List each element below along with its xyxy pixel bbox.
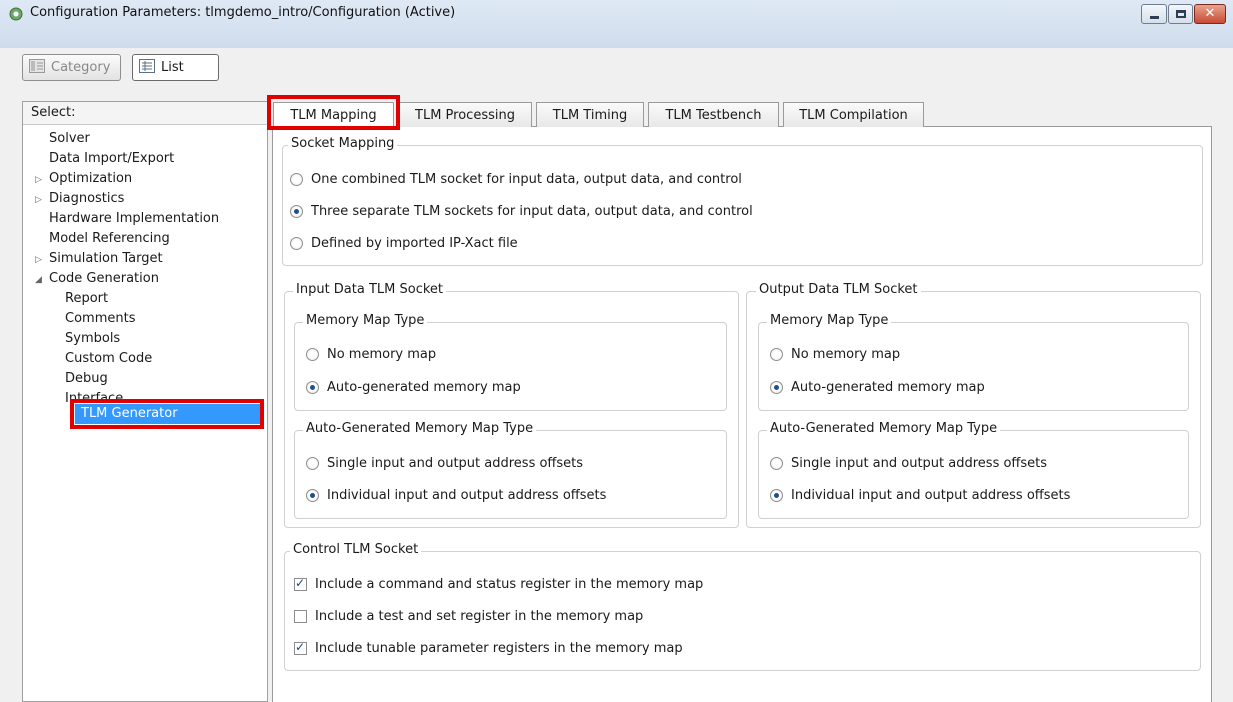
output-memory-map-type-title: Memory Map Type — [767, 313, 892, 328]
collapse-arrow-icon[interactable]: ◢ — [35, 270, 49, 290]
check-test-set-register[interactable]: Include a test and set register in the m… — [294, 609, 643, 624]
input-single-offsets[interactable]: Single input and output address offsets — [306, 456, 583, 471]
minimize-button[interactable] — [1141, 4, 1167, 24]
tree-item-optimization[interactable]: ▷ Optimization — [35, 169, 265, 189]
tree-item-diagnostics[interactable]: ▷ Diagnostics — [35, 189, 265, 209]
control-socket-title: Control TLM Socket — [290, 542, 422, 557]
highlight-box-tlm-mapping-tab — [267, 95, 400, 130]
socket-option-ipxact[interactable]: Defined by imported IP-Xact file — [290, 236, 518, 251]
checkbox-checked[interactable] — [294, 576, 307, 591]
list-button[interactable]: List — [132, 54, 219, 81]
expand-arrow-icon[interactable]: ▷ — [35, 170, 49, 190]
input-individual-offsets[interactable]: Individual input and output address offs… — [306, 488, 606, 503]
socket-mapping-title: Socket Mapping — [288, 136, 398, 151]
tree-item-report[interactable]: Report — [35, 289, 265, 309]
tree-list: Solver Data Import/Export ▷ Optimization … — [35, 129, 265, 409]
output-single-offsets[interactable]: Single input and output address offsets — [770, 456, 1047, 471]
category-label: Category — [51, 60, 111, 75]
close-icon: ✕ — [1204, 6, 1216, 21]
radio-button-selected[interactable] — [306, 489, 319, 502]
tab-tlm-timing[interactable]: TLM Timing — [536, 102, 644, 127]
minimize-icon — [1150, 16, 1159, 19]
category-icon — [29, 58, 45, 77]
tree-header: Select: — [23, 102, 267, 125]
app-gear-icon — [8, 6, 24, 22]
check-command-status-register[interactable]: Include a command and status register in… — [294, 576, 703, 592]
tree-item-data-import-export[interactable]: Data Import/Export — [35, 149, 265, 169]
radio-button[interactable] — [770, 457, 783, 470]
expand-arrow-icon[interactable]: ▷ — [35, 190, 49, 210]
input-no-memory-map[interactable]: No memory map — [306, 347, 436, 362]
socket-option-separate[interactable]: Three separate TLM sockets for input dat… — [290, 204, 753, 219]
tree-item-solver[interactable]: Solver — [35, 129, 265, 149]
tree-item-code-generation[interactable]: ◢ Code Generation — [35, 269, 265, 289]
output-auto-type-group — [758, 430, 1189, 519]
list-label: List — [161, 60, 184, 75]
tree-item-comments[interactable]: Comments — [35, 309, 265, 329]
tree-item-symbols[interactable]: Symbols — [35, 329, 265, 349]
radio-button-selected[interactable] — [770, 489, 783, 502]
highlight-box-tlm-generator — [70, 399, 264, 429]
radio-button-selected[interactable] — [290, 205, 303, 218]
window-title: Configuration Parameters: tlmgdemo_intro… — [30, 5, 456, 20]
radio-button[interactable] — [290, 237, 303, 250]
list-icon — [139, 58, 155, 77]
tree-item-hardware-implementation[interactable]: Hardware Implementation — [35, 209, 265, 229]
input-memory-map-type-title: Memory Map Type — [303, 313, 428, 328]
maximize-icon — [1176, 10, 1186, 18]
input-memory-map-type-group — [294, 322, 727, 411]
radio-button[interactable] — [770, 348, 783, 361]
maximize-button[interactable] — [1168, 4, 1193, 24]
category-button[interactable]: Category — [22, 54, 121, 81]
tree-item-custom-code[interactable]: Custom Code — [35, 349, 265, 369]
output-no-memory-map[interactable]: No memory map — [770, 347, 900, 362]
radio-button[interactable] — [290, 173, 303, 186]
input-auto-memory-map[interactable]: Auto-generated memory map — [306, 380, 521, 395]
checkbox[interactable] — [294, 610, 307, 623]
output-memory-map-type-group — [758, 322, 1189, 411]
radio-button-selected[interactable] — [306, 381, 319, 394]
tab-tlm-testbench[interactable]: TLM Testbench — [648, 102, 779, 127]
radio-button-selected[interactable] — [770, 381, 783, 394]
output-auto-type-title: Auto-Generated Memory Map Type — [767, 421, 1001, 436]
tree-item-debug[interactable]: Debug — [35, 369, 265, 389]
output-socket-title: Output Data TLM Socket — [756, 282, 921, 297]
tree-item-simulation-target[interactable]: ▷ Simulation Target — [35, 249, 265, 269]
input-auto-type-title: Auto-Generated Memory Map Type — [303, 421, 537, 436]
radio-button[interactable] — [306, 457, 319, 470]
close-button[interactable]: ✕ — [1194, 4, 1226, 24]
tree-item-model-referencing[interactable]: Model Referencing — [35, 229, 265, 249]
expand-arrow-icon[interactable]: ▷ — [35, 250, 49, 270]
socket-option-combined[interactable]: One combined TLM socket for input data, … — [290, 172, 742, 187]
input-socket-title: Input Data TLM Socket — [293, 282, 447, 297]
output-auto-memory-map[interactable]: Auto-generated memory map — [770, 380, 985, 395]
checkbox-checked[interactable] — [294, 640, 307, 655]
output-individual-offsets[interactable]: Individual input and output address offs… — [770, 488, 1070, 503]
panel-edge — [1212, 126, 1233, 702]
check-tunable-parameter-registers[interactable]: Include tunable parameter registers in t… — [294, 640, 683, 656]
input-auto-type-group — [294, 430, 727, 519]
tab-tlm-processing[interactable]: TLM Processing — [398, 102, 532, 127]
radio-button[interactable] — [306, 348, 319, 361]
tab-tlm-compilation[interactable]: TLM Compilation — [783, 102, 924, 127]
